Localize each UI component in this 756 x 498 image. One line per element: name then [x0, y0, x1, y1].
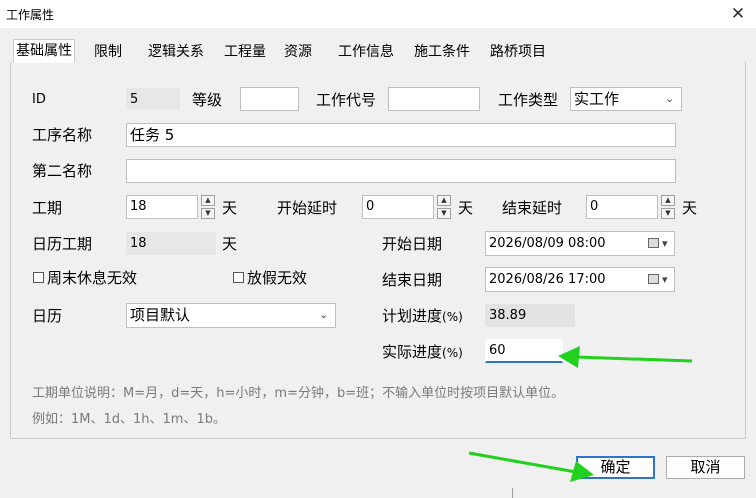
tab-resources[interactable]: 资源 [282, 41, 314, 63]
close-icon[interactable]: ✕ [726, 2, 750, 26]
calendar-select[interactable]: 项目默认 ⌄ [126, 303, 336, 328]
spin-down-icon[interactable]: ▼ [201, 208, 215, 219]
start-delay-label: 开始延时 [277, 199, 338, 217]
ok-button[interactable]: 确定 [576, 456, 655, 479]
end-date-picker[interactable]: 2026/08/26 17:00 ▾ [485, 267, 675, 292]
calendar-select-value: 项目默认 [130, 306, 191, 324]
duration-label: 工期 [32, 199, 63, 217]
code-input[interactable] [388, 87, 480, 111]
holiday-invalid-checkbox[interactable] [233, 272, 244, 283]
code-label: 工作代号 [316, 91, 377, 109]
calendar-label: 日历 [32, 307, 63, 325]
tab-work-info[interactable]: 工作信息 [336, 41, 396, 63]
id-field: 5 [126, 88, 180, 110]
start-delay-spinner[interactable]: ▲ ▼ [437, 195, 451, 219]
tab-basic-properties[interactable]: 基础属性 [13, 39, 75, 63]
calendar-duration-label: 日历工期 [32, 235, 93, 253]
type-select[interactable]: 实工作 ⌄ [570, 87, 682, 111]
tab-construction-conditions[interactable]: 施工条件 [412, 41, 472, 63]
planned-progress-field: 38.89 [485, 304, 575, 327]
duration-example-hint: 例如：1M、1d、1h、1m、1b。 [32, 412, 226, 427]
end-date-value: 2026/08/26 17:00 [489, 272, 606, 287]
end-delay-input[interactable]: 0 [586, 195, 658, 219]
planned-progress-label: 计划进度(%) [382, 307, 463, 325]
tab-constraints[interactable]: 限制 [92, 41, 124, 63]
end-delay-unit: 天 [682, 199, 698, 217]
actual-progress-input[interactable]: 60 [485, 339, 563, 363]
weekend-invalid-label: 周末休息无效 [47, 269, 138, 287]
start-delay-input[interactable]: 0 [362, 195, 434, 219]
actual-progress-label: 实际进度(%) [382, 343, 463, 361]
calendar-duration-field: 18 [126, 232, 216, 255]
chevron-down-icon: ⌄ [319, 308, 329, 321]
duration-spinner[interactable]: ▲ ▼ [201, 195, 215, 219]
start-date-value: 2026/08/09 08:00 [489, 236, 606, 251]
duration-input[interactable]: 18 [126, 195, 198, 219]
tab-logic-relations[interactable]: 逻辑关系 [146, 41, 206, 63]
caret-down-icon: ▾ [662, 237, 668, 250]
start-date-picker[interactable]: 2026/08/09 08:00 ▾ [485, 231, 675, 256]
window-title: 工作属性 [6, 8, 55, 22]
duration-unit: 天 [222, 199, 238, 217]
calendar-duration-unit: 天 [222, 235, 238, 253]
start-delay-unit: 天 [458, 199, 474, 217]
calendar-icon[interactable] [648, 274, 659, 284]
end-date-label: 结束日期 [382, 271, 443, 289]
end-delay-spinner[interactable]: ▲ ▼ [661, 195, 675, 219]
bottom-divider [512, 488, 513, 498]
second-name-label: 第二名称 [32, 162, 93, 180]
chevron-down-icon: ⌄ [665, 92, 675, 105]
name-label: 工序名称 [32, 126, 93, 144]
name-input[interactable]: 任务 5 [126, 123, 676, 147]
end-delay-label: 结束延时 [502, 199, 563, 217]
id-label: ID [32, 92, 46, 107]
second-name-input[interactable] [126, 159, 676, 183]
cancel-button[interactable]: 取消 [666, 456, 745, 479]
weekend-invalid-checkbox[interactable] [33, 272, 44, 283]
type-select-value: 实工作 [574, 90, 620, 108]
caret-down-icon: ▾ [662, 273, 668, 286]
title-bar [0, 0, 756, 28]
tab-road-bridge-items[interactable]: 路桥项目 [488, 41, 548, 63]
spin-up-icon[interactable]: ▲ [437, 195, 451, 206]
spin-down-icon[interactable]: ▼ [661, 208, 675, 219]
spin-down-icon[interactable]: ▼ [437, 208, 451, 219]
calendar-icon[interactable] [648, 238, 659, 248]
holiday-invalid-label: 放假无效 [247, 269, 308, 287]
duration-unit-hint: 工期单位说明：M=月，d=天，h=小时，m=分钟，b=班；不输入单位时按项目默认… [32, 386, 565, 401]
tab-quantities[interactable]: 工程量 [222, 41, 268, 63]
grade-input[interactable] [240, 87, 299, 111]
start-date-label: 开始日期 [382, 235, 443, 253]
grade-label: 等级 [192, 91, 223, 109]
spin-up-icon[interactable]: ▲ [661, 195, 675, 206]
spin-up-icon[interactable]: ▲ [201, 195, 215, 206]
type-label: 工作类型 [498, 91, 559, 109]
